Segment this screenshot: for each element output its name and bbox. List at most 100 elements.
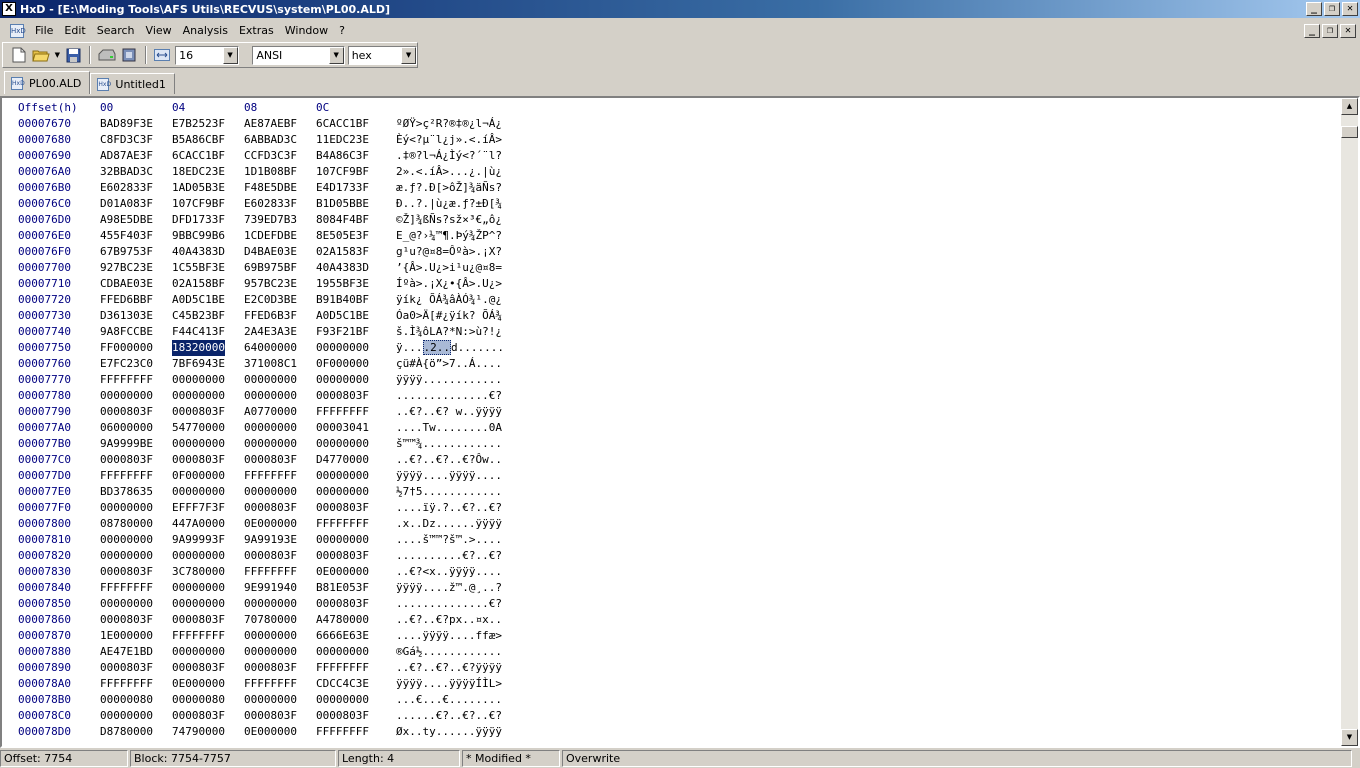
menu-view[interactable]: View — [141, 24, 178, 37]
hex-byte-group[interactable]: 00000000 — [172, 596, 225, 612]
ascii-text[interactable]: ÿÿÿÿ....ÿÿÿÿ.... — [396, 468, 502, 484]
ascii-text[interactable]: ....ïÿ.?..€?..€? — [396, 500, 502, 516]
hex-byte-group[interactable]: 00000000 — [316, 340, 369, 356]
hex-byte-group[interactable]: 6CACC1BF — [316, 116, 369, 132]
ascii-text[interactable]: ..............€? — [396, 388, 502, 404]
row-offset[interactable]: 00007870 — [18, 628, 71, 644]
hex-byte-group[interactable]: 00000000 — [172, 388, 225, 404]
hex-byte-group[interactable]: 00000000 — [244, 420, 297, 436]
ascii-text[interactable]: Øx..ty......ÿÿÿÿ — [396, 724, 502, 740]
row-offset[interactable]: 00007840 — [18, 580, 71, 596]
hex-byte-group[interactable]: F44C413F — [172, 324, 225, 340]
hex-byte-group[interactable]: BD378635 — [100, 484, 153, 500]
hex-byte-group[interactable]: 0F000000 — [316, 356, 369, 372]
bytes-per-row-select[interactable]: 16 ▼ — [175, 45, 239, 65]
hex-byte-group[interactable]: 2A4E3A3E — [244, 324, 297, 340]
hex-byte-group[interactable]: C8FD3C3F — [100, 132, 153, 148]
ascii-text[interactable]: ÿÿÿÿ............ — [396, 372, 502, 388]
row-offset[interactable]: 00007760 — [18, 356, 71, 372]
hex-byte-group[interactable]: 6ABBAD3C — [244, 132, 297, 148]
row-offset[interactable]: 00007780 — [18, 388, 71, 404]
hex-byte-group[interactable]: 00000000 — [316, 484, 369, 500]
ascii-text[interactable]: g¹u?@¤8=Ôºà>.¡X? — [396, 244, 502, 260]
hex-byte-group[interactable]: 0000803F — [172, 612, 225, 628]
hex-byte-group[interactable]: 00000000 — [100, 708, 153, 724]
ascii-text[interactable]: ..€?..€?px..¤x.. — [396, 612, 502, 628]
row-offset[interactable]: 000078D0 — [18, 724, 71, 740]
row-offset[interactable]: 000076B0 — [18, 180, 71, 196]
hex-byte-group[interactable]: D8780000 — [100, 724, 153, 740]
minimize-button[interactable]: _ — [1306, 2, 1322, 16]
hex-byte-group[interactable]: 8084F4BF — [316, 212, 369, 228]
ascii-text[interactable]: ....Tw........0A — [396, 420, 502, 436]
hex-byte-group[interactable]: 00000000 — [172, 484, 225, 500]
ascii-text[interactable]: ºØŸ>ç²R?®‡®¿l¬Á¿ — [396, 116, 502, 132]
hex-byte-group[interactable]: 00000000 — [244, 484, 297, 500]
row-offset[interactable]: 000078B0 — [18, 692, 71, 708]
hex-byte-group[interactable]: 00000000 — [244, 596, 297, 612]
row-offset[interactable]: 00007770 — [18, 372, 71, 388]
hex-byte-group[interactable]: 00000000 — [316, 436, 369, 452]
hex-byte-group[interactable]: AD87AE3F — [100, 148, 153, 164]
doc-minimize-button[interactable]: _ — [1304, 23, 1320, 38]
row-offset[interactable]: 000077E0 — [18, 484, 71, 500]
hex-byte-group[interactable]: 00000000 — [100, 500, 153, 516]
ascii-text[interactable]: çü#À{ö”>7..Á.... — [396, 356, 502, 372]
row-offset[interactable]: 000077D0 — [18, 468, 71, 484]
chevron-down-icon[interactable]: ▼ — [53, 45, 61, 65]
row-offset[interactable]: 000077C0 — [18, 452, 71, 468]
row-offset[interactable]: 000078C0 — [18, 708, 71, 724]
ascii-text[interactable]: ..€?..€?..€?Ôw.. — [396, 452, 502, 468]
ascii-text[interactable]: ®Gá½............ — [396, 644, 502, 660]
selected-ascii-chars[interactable]: .2.. — [422, 340, 451, 355]
hex-byte-group[interactable]: 00000000 — [100, 388, 153, 404]
ascii-text[interactable]: ......€?..€?..€? — [396, 708, 502, 724]
hxd-app-icon[interactable]: X — [2, 2, 16, 16]
hex-byte-group[interactable]: BAD89F3E — [100, 116, 153, 132]
hex-byte-group[interactable]: FFFFFFFF — [316, 660, 369, 676]
menu-window[interactable]: Window — [280, 24, 334, 37]
row-offset[interactable]: 00007800 — [18, 516, 71, 532]
hex-byte-group[interactable]: 32BBAD3C — [100, 164, 153, 180]
hex-byte-group[interactable]: 6CACC1BF — [172, 148, 225, 164]
hex-byte-group[interactable]: 739ED7B3 — [244, 212, 297, 228]
hex-byte-group[interactable]: 00000080 — [100, 692, 153, 708]
hex-byte-group[interactable]: 0000803F — [316, 596, 369, 612]
hex-byte-group[interactable]: 00000000 — [316, 468, 369, 484]
hex-byte-group[interactable]: 9A9999BE — [100, 436, 153, 452]
hex-byte-group[interactable]: 3C780000 — [172, 564, 225, 580]
hex-byte-group[interactable]: 0E000000 — [172, 676, 225, 692]
hex-byte-group[interactable]: FFFFFFFF — [100, 372, 153, 388]
ascii-text[interactable]: ÿ....2..d....... — [396, 340, 504, 356]
hex-byte-group[interactable]: C45B23BF — [172, 308, 225, 324]
ascii-text[interactable]: ...€...€........ — [396, 692, 502, 708]
restore-button[interactable]: ❐ — [1324, 2, 1340, 16]
row-offset[interactable]: 00007830 — [18, 564, 71, 580]
hex-byte-group[interactable]: 0000803F — [244, 708, 297, 724]
chevron-down-icon[interactable]: ▼ — [222, 46, 238, 64]
scroll-thumb[interactable] — [1341, 126, 1358, 138]
row-offset[interactable]: 00007860 — [18, 612, 71, 628]
row-offset[interactable]: 00007680 — [18, 132, 71, 148]
hex-byte-group[interactable]: A0D5C1BE — [172, 292, 225, 308]
ascii-text[interactable]: æ.ƒ?.Ð[>ôŽ]¾äÑs? — [396, 180, 502, 196]
hex-byte-group[interactable]: FFFFFFFF — [244, 468, 297, 484]
ascii-text[interactable]: ..€?..€?..€?ÿÿÿÿ — [396, 660, 502, 676]
hex-byte-group[interactable]: 74790000 — [172, 724, 225, 740]
hex-byte-group[interactable]: 00000000 — [244, 372, 297, 388]
hex-byte-group[interactable]: E602833F — [100, 180, 153, 196]
hex-byte-group[interactable]: 0000803F — [100, 612, 153, 628]
hex-byte-group[interactable]: 0E000000 — [244, 516, 297, 532]
ascii-text[interactable]: š.Ì¾ôLA?*N:>ù?!¿ — [396, 324, 502, 340]
hex-byte-group[interactable]: FFFFFFFF — [244, 676, 297, 692]
hex-byte-group[interactable]: 00000000 — [316, 372, 369, 388]
hex-byte-group[interactable]: EFFF7F3F — [172, 500, 225, 516]
hex-byte-group[interactable]: 0000803F — [172, 708, 225, 724]
hex-byte-group[interactable]: E4D1733F — [316, 180, 369, 196]
hex-byte-group[interactable]: 00000000 — [244, 692, 297, 708]
selected-hex-bytes[interactable]: 18320000 — [172, 340, 225, 356]
row-offset[interactable]: 00007720 — [18, 292, 71, 308]
hex-byte-group[interactable]: B91B40BF — [316, 292, 369, 308]
hex-byte-group[interactable]: 00000000 — [244, 436, 297, 452]
hex-byte-group[interactable]: 02A158BF — [172, 276, 225, 292]
